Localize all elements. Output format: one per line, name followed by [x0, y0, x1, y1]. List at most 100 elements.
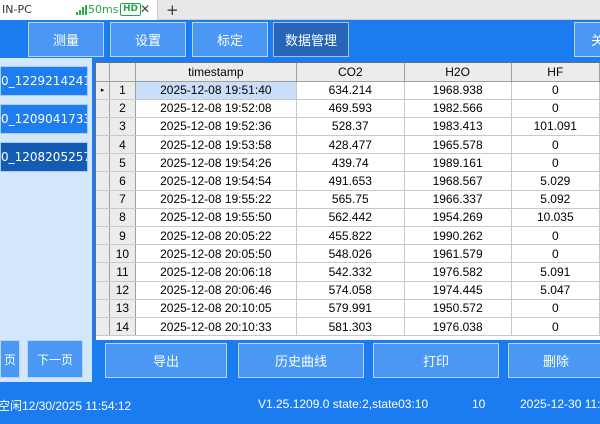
timestamp-cell[interactable]: 2025-12-08 19:54:54: [135, 171, 297, 191]
hf-cell[interactable]: 0: [511, 226, 600, 246]
co2-cell[interactable]: 491.653: [296, 171, 405, 191]
timestamp-cell[interactable]: 2025-12-08 20:06:46: [135, 281, 297, 300]
table-row[interactable]: 12 2025-12-08 20:06:46 574.058 1974.445 5.04…: [96, 281, 600, 300]
column-header-timestamp[interactable]: timestamp: [135, 63, 297, 82]
timestamp-cell[interactable]: 2025-12-08 20:05:50: [135, 244, 297, 264]
co2-cell[interactable]: 634.214: [296, 81, 405, 100]
new-tab-icon[interactable]: +: [166, 1, 179, 19]
measure-button[interactable]: 测量: [28, 22, 104, 57]
hf-cell[interactable]: 5.029: [511, 171, 600, 191]
h2o-cell[interactable]: 1966.337: [404, 190, 512, 209]
h2o-cell[interactable]: 1976.582: [404, 262, 512, 282]
co2-cell[interactable]: 574.058: [296, 281, 405, 300]
table-row[interactable]: 7 2025-12-08 19:55:22 565.75 1966.337 5.092: [96, 190, 600, 209]
co2-cell[interactable]: 579.991: [296, 299, 405, 318]
h2o-cell[interactable]: 1961.579: [404, 244, 512, 264]
timestamp-cell[interactable]: 2025-12-08 19:53:58: [135, 135, 297, 155]
co2-cell[interactable]: 469.593: [296, 99, 405, 118]
table-row[interactable]: 8 2025-12-08 19:55:50 562.442 1954.269 10.03…: [96, 208, 600, 228]
timestamp-cell[interactable]: 2025-12-08 19:54:26: [135, 153, 297, 173]
hf-cell[interactable]: 0: [511, 99, 600, 118]
co2-cell[interactable]: 548.026: [296, 244, 405, 264]
co2-cell[interactable]: 428.477: [296, 135, 405, 155]
h2o-cell[interactable]: 1976.038: [404, 317, 512, 337]
co2-cell[interactable]: 565.75: [296, 190, 405, 209]
delete-button[interactable]: 删除: [508, 343, 600, 378]
export-button[interactable]: 导出: [105, 343, 227, 378]
table-row[interactable]: 13 2025-12-08 20:10:05 579.991 1950.572 0: [96, 299, 600, 318]
prev-page-button[interactable]: 页: [0, 340, 20, 378]
row-selector: [96, 226, 111, 246]
file-item[interactable]: 0_1209041733: [0, 104, 88, 134]
file-item-selected[interactable]: 0_1208205257: [0, 142, 88, 172]
settings-button[interactable]: 设置: [110, 22, 186, 57]
close-app-button[interactable]: 关: [574, 22, 600, 57]
h2o-cell[interactable]: 1954.269: [404, 208, 512, 228]
table-row[interactable]: 10 2025-12-08 20:05:50 548.026 1961.579 0: [96, 244, 600, 264]
hf-cell[interactable]: 0: [511, 135, 600, 155]
timestamp-cell[interactable]: 2025-12-08 19:55:22: [135, 190, 297, 209]
table-row[interactable]: 4 2025-12-08 19:53:58 428.477 1965.578 0: [96, 135, 600, 155]
co2-cell[interactable]: 455.822: [296, 226, 405, 246]
tab-title: IN-PC: [2, 3, 32, 16]
timestamp-cell[interactable]: 2025-12-08 20:05:22: [135, 226, 297, 246]
timestamp-cell[interactable]: 2025-12-08 19:55:50: [135, 208, 297, 228]
table-row[interactable]: 5 2025-12-08 19:54:26 439.74 1989.161 0: [96, 153, 600, 173]
next-page-button[interactable]: 下一页: [27, 340, 83, 378]
timestamp-cell[interactable]: 2025-12-08 19:51:40: [135, 81, 297, 100]
table-row[interactable]: 2 2025-12-08 19:52:08 469.593 1982.566 0: [96, 99, 600, 118]
h2o-cell[interactable]: 1968.567: [404, 171, 512, 191]
hf-cell[interactable]: 5.047: [511, 281, 600, 300]
co2-cell[interactable]: 542.332: [296, 262, 405, 282]
h2o-cell[interactable]: 1950.572: [404, 299, 512, 318]
column-header-co2[interactable]: CO2: [296, 63, 405, 82]
table-row[interactable]: 6 2025-12-08 19:54:54 491.653 1968.567 5.029: [96, 171, 600, 191]
hf-cell[interactable]: 10.035: [511, 208, 600, 228]
hf-cell[interactable]: 0: [511, 81, 600, 100]
h2o-cell[interactable]: 1974.445: [404, 281, 512, 300]
hf-cell[interactable]: 5.091: [511, 262, 600, 282]
h2o-cell[interactable]: 1965.578: [404, 135, 512, 155]
latency-label: 50ms: [88, 3, 119, 16]
hd-badge[interactable]: HD: [120, 3, 142, 16]
row-number: 7: [109, 190, 136, 209]
history-curve-button[interactable]: 历史曲线: [238, 343, 364, 378]
row-number: 13: [109, 299, 136, 318]
close-tab-icon[interactable]: ✕: [140, 2, 150, 16]
calibrate-button[interactable]: 标定: [192, 22, 268, 57]
data-management-button[interactable]: 数据管理: [273, 22, 349, 57]
co2-cell[interactable]: 439.74: [296, 153, 405, 173]
table-row[interactable]: ▸ 1 2025-12-08 19:51:40 634.214 1968.938 0: [96, 81, 600, 100]
co2-cell[interactable]: 528.37: [296, 117, 405, 137]
file-item[interactable]: 0_1229214241: [0, 66, 88, 96]
hf-cell[interactable]: 5.092: [511, 190, 600, 209]
table-row[interactable]: 11 2025-12-08 20:06:18 542.332 1976.582 5.09…: [96, 262, 600, 282]
timestamp-cell[interactable]: 2025-12-08 20:10:05: [135, 299, 297, 318]
timestamp-cell[interactable]: 2025-12-08 19:52:08: [135, 99, 297, 118]
h2o-cell[interactable]: 1990.262: [404, 226, 512, 246]
hf-cell[interactable]: 0: [511, 317, 600, 337]
hf-cell[interactable]: 0: [511, 244, 600, 264]
column-header-hf[interactable]: HF: [511, 63, 600, 82]
hf-cell[interactable]: 0: [511, 299, 600, 318]
timestamp-cell[interactable]: 2025-12-08 20:06:18: [135, 262, 297, 282]
table-row[interactable]: 14 2025-12-08 20:10:33 581.303 1976.038 0: [96, 317, 600, 337]
timestamp-cell[interactable]: 2025-12-08 19:52:36: [135, 117, 297, 137]
row-number: 4: [109, 135, 136, 155]
remote-session-tab[interactable]: IN-PC 50ms HD ✕: [0, 0, 158, 20]
h2o-cell[interactable]: 1982.566: [404, 99, 512, 118]
timestamp-cell[interactable]: 2025-12-08 20:10:33: [135, 317, 297, 337]
data-grid[interactable]: timestamp CO2 H2O HF ▸ 1 2025-12-08 19:51:…: [95, 62, 600, 340]
row-selector: [96, 262, 111, 282]
table-row[interactable]: 9 2025-12-08 20:05:22 455.822 1990.262 0: [96, 226, 600, 246]
table-row[interactable]: 3 2025-12-08 19:52:36 528.37 1983.413 101.09…: [96, 117, 600, 137]
hf-cell[interactable]: 0: [511, 153, 600, 173]
h2o-cell[interactable]: 1968.938: [404, 81, 512, 100]
hf-cell[interactable]: 101.091: [511, 117, 600, 137]
co2-cell[interactable]: 562.442: [296, 208, 405, 228]
print-button[interactable]: 打印: [373, 343, 499, 378]
co2-cell[interactable]: 581.303: [296, 317, 405, 337]
column-header-h2o[interactable]: H2O: [404, 63, 512, 82]
h2o-cell[interactable]: 1989.161: [404, 153, 512, 173]
h2o-cell[interactable]: 1983.413: [404, 117, 512, 137]
